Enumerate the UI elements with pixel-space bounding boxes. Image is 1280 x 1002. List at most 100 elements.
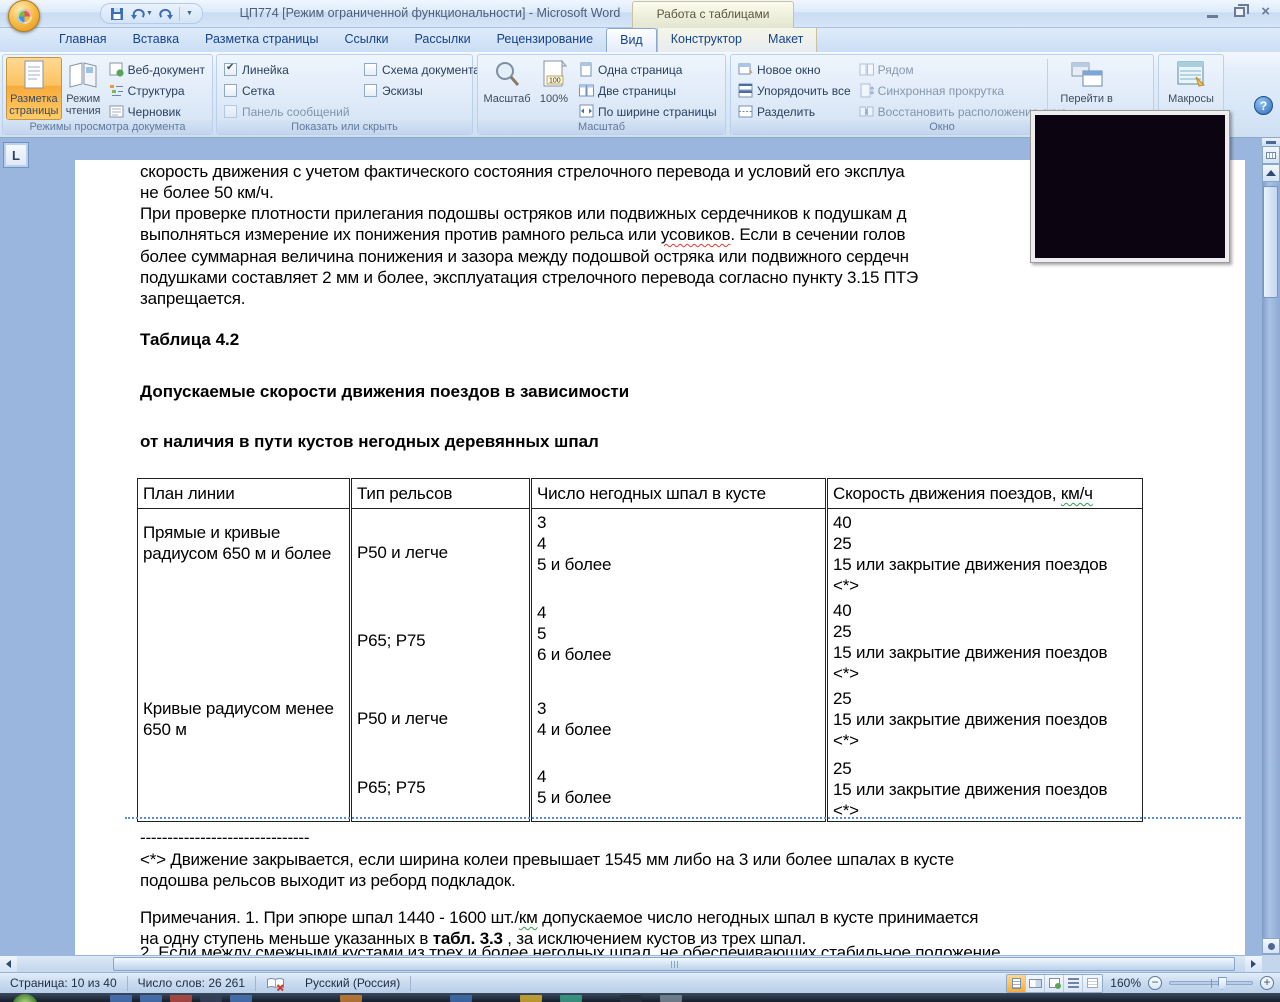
vertical-scroll-track[interactable] — [1262, 182, 1280, 938]
page-indicator[interactable]: Страница: 10 из 40 — [0, 976, 127, 991]
minimize-button[interactable] — [1207, 14, 1219, 18]
scroll-right-button[interactable] — [1245, 956, 1262, 972]
cell-speeds: 25 15 или закрытие движения поездов <*> — [825, 753, 1143, 822]
view-web-button[interactable] — [1045, 974, 1065, 992]
footnote-line: <*> Движение закрывается, если ширина ко… — [140, 850, 954, 869]
contextual-tabs-zone: Конструктор Макет — [656, 28, 818, 52]
ruler-checkbox-box — [224, 62, 237, 76]
vertical-scroll-thumb[interactable] — [1263, 186, 1278, 298]
new-window-button[interactable]: Новое окно — [738, 61, 851, 78]
spellcheck-status[interactable] — [256, 976, 295, 991]
reading-mode-button[interactable]: Режим чтения — [62, 57, 105, 120]
tab-layout[interactable]: Макет — [755, 28, 816, 52]
tab-page-layout[interactable]: Разметка страницы — [192, 28, 331, 52]
view-draft-button[interactable] — [1083, 974, 1103, 992]
scroll-left-button[interactable] — [0, 956, 17, 972]
zoom-level[interactable]: 160% — [1110, 976, 1141, 990]
arrange-all-button[interactable]: Упорядочить все — [738, 82, 851, 99]
horizontal-scroll-thumb[interactable] — [113, 957, 1235, 971]
scroll-up-button[interactable] — [1262, 164, 1280, 182]
vertical-scrollbar[interactable] — [1262, 138, 1280, 972]
taskbar-app-icon[interactable] — [340, 995, 362, 1002]
message-bar-checkbox: Панель сообщений — [224, 103, 350, 120]
zoom-button[interactable]: Масштаб — [481, 57, 533, 120]
taskbar-app-icon[interactable] — [450, 995, 472, 1002]
horizontal-scroll-track[interactable] — [17, 956, 1245, 972]
zoom-slider-thumb[interactable] — [1217, 977, 1227, 990]
doc-line: скорость движения с учетом фактического … — [140, 162, 905, 181]
taskbar-app-icon[interactable] — [200, 995, 222, 1002]
document-map-checkbox[interactable]: Схема документа — [364, 61, 480, 78]
outline-view-label: Структура — [127, 83, 185, 98]
gridlines-checkbox[interactable]: Сетка — [224, 82, 348, 99]
taskbar-app-icon[interactable] — [110, 995, 132, 1002]
view-shortcut-buttons — [1006, 973, 1104, 993]
document-area: L скорость движения с учетом фактическог… — [0, 138, 1280, 972]
language-indicator[interactable]: Русский (Россия) — [295, 976, 410, 991]
word-count[interactable]: Число слов: 26 261 — [128, 976, 255, 991]
tab-references[interactable]: Ссылки — [331, 28, 401, 52]
taskbar-app-icon[interactable] — [230, 995, 252, 1002]
group-label-document-views: Режимы просмотра документа — [3, 120, 212, 134]
draft-view-button[interactable]: Черновик — [109, 103, 205, 120]
up-arrow-icon — [1266, 170, 1276, 176]
windows-taskbar — [0, 993, 1280, 1002]
start-button[interactable] — [12, 994, 38, 1002]
horizontal-scrollbar[interactable] — [0, 955, 1262, 972]
zoom-slider-notch — [1211, 979, 1212, 988]
zoom-slider[interactable] — [1169, 977, 1253, 990]
print-layout-button[interactable]: Разметка страницы — [6, 57, 62, 120]
split-handle[interactable] — [1262, 138, 1280, 146]
document-map-checkbox-box — [364, 63, 377, 76]
cell-counts: 456 и более — [529, 596, 827, 684]
tab-stop-selector[interactable]: L — [3, 142, 29, 168]
doc-line: более суммарная величина понижения и заз… — [140, 247, 909, 266]
close-button[interactable]: × — [1261, 4, 1270, 19]
tab-mailings[interactable]: Рассылки — [401, 28, 483, 52]
taskbar-app-icon[interactable] — [140, 995, 162, 1002]
thumbnails-checkbox-box — [364, 84, 377, 97]
document-page[interactable]: скорость движения с учетом фактического … — [75, 160, 1245, 955]
page-width-button[interactable]: По ширине страницы — [579, 103, 717, 120]
ruler-checkbox[interactable]: Линейка — [224, 61, 348, 78]
draft-view-icon — [109, 105, 124, 118]
one-page-button[interactable]: Одна страница — [579, 61, 717, 78]
tab-review[interactable]: Рецензирование — [484, 28, 607, 52]
tab-view[interactable]: Вид — [606, 28, 657, 52]
outline-mini-icon — [1067, 978, 1079, 988]
new-window-icon — [738, 63, 753, 75]
view-print-layout-button[interactable] — [1007, 974, 1027, 992]
cell-rail: Р65; Р75 — [349, 753, 531, 822]
message-bar-checkbox-box — [224, 105, 237, 118]
zoom-out-button[interactable]: − — [1148, 976, 1162, 990]
select-browse-object-button[interactable] — [1262, 938, 1280, 954]
outline-view-button[interactable]: Структура — [109, 82, 205, 99]
table-row: Прямые и кривые радиусом 650 м и более Р… — [137, 508, 1143, 596]
help-button[interactable]: ? — [1254, 96, 1273, 115]
table-title-line1: Допускаемые скорости движения поездов в … — [140, 382, 630, 401]
tab-design[interactable]: Конструктор — [658, 28, 755, 52]
tab-home[interactable]: Главная — [46, 28, 120, 52]
taskbar-app-icon[interactable] — [170, 995, 192, 1002]
zoom-in-button[interactable]: + — [1260, 976, 1274, 990]
tab-insert[interactable]: Вставка — [120, 28, 192, 52]
taskbar-app-icon[interactable] — [520, 995, 542, 1002]
switch-windows-icon — [1071, 62, 1103, 87]
office-button[interactable] — [8, 0, 40, 32]
two-pages-button[interactable]: Две страницы — [579, 82, 717, 99]
ruler-toggle-button[interactable] — [1262, 146, 1280, 164]
save-button[interactable] — [110, 5, 124, 22]
view-outline-button[interactable] — [1064, 974, 1084, 992]
taskbar-app-icon[interactable] — [660, 995, 682, 1002]
web-layout-button[interactable]: Веб-документ — [109, 61, 205, 78]
thumbnails-checkbox[interactable]: Эскизы — [364, 82, 480, 99]
restore-button[interactable] — [1234, 4, 1250, 17]
black-overlay-panel — [1030, 110, 1230, 263]
view-reading-button[interactable] — [1026, 974, 1046, 992]
zoom-100-button[interactable]: 100 100% — [533, 57, 575, 120]
view-side-by-side-button: Рядом — [859, 61, 1041, 78]
arrange-all-label: Упорядочить все — [757, 83, 851, 98]
taskbar-app-icon[interactable] — [560, 995, 582, 1002]
taskbar-app-icon[interactable] — [620, 995, 642, 1002]
split-button[interactable]: Разделить — [738, 103, 851, 120]
